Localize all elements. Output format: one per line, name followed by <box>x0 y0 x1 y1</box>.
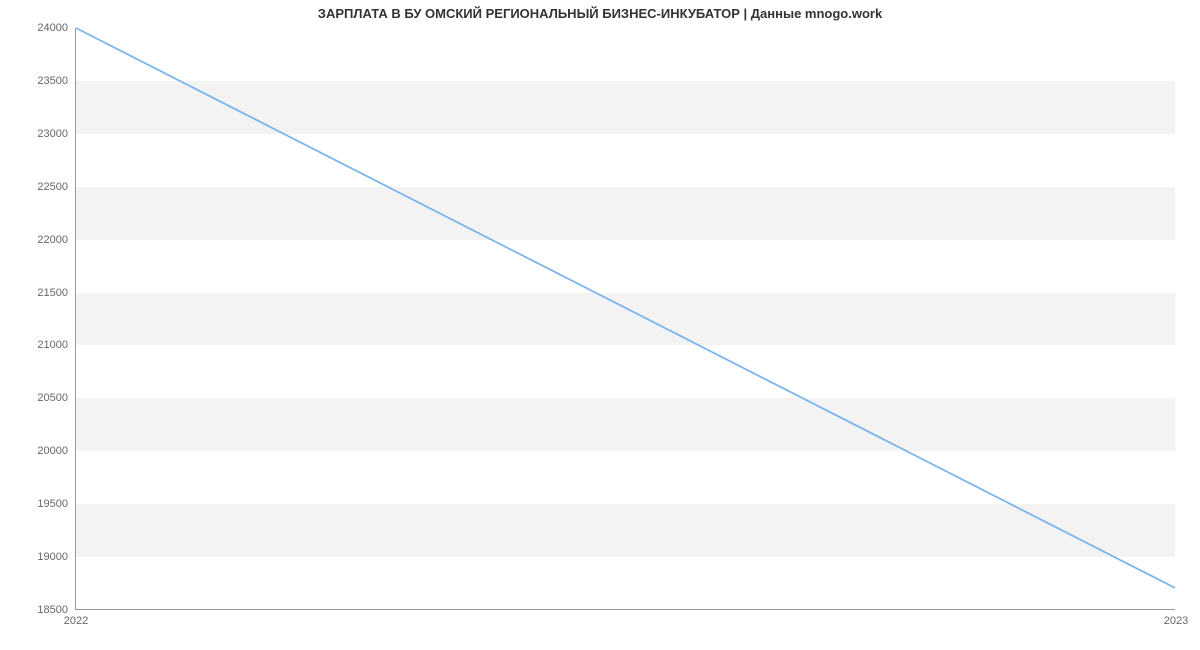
x-tick-label: 2023 <box>1164 615 1188 627</box>
y-tick-label: 24000 <box>37 22 68 34</box>
y-tick-label: 23500 <box>37 75 68 87</box>
chart-container: ЗАРПЛАТА В БУ ОМСКИЙ РЕГИОНАЛЬНЫЙ БИЗНЕС… <box>0 0 1200 650</box>
y-tick-label: 22500 <box>37 181 68 193</box>
x-tick-label: 2022 <box>64 615 88 627</box>
y-tick-label: 21500 <box>37 287 68 299</box>
line-series <box>76 28 1175 609</box>
chart-title: ЗАРПЛАТА В БУ ОМСКИЙ РЕГИОНАЛЬНЫЙ БИЗНЕС… <box>0 6 1200 21</box>
plot-area: 1850019000195002000020500210002150022000… <box>75 28 1175 610</box>
y-tick-label: 20500 <box>37 392 68 404</box>
y-tick-label: 19000 <box>37 551 68 563</box>
y-tick-label: 21000 <box>37 339 68 351</box>
y-tick-label: 22000 <box>37 234 68 246</box>
y-tick-label: 19500 <box>37 498 68 510</box>
y-tick-label: 20000 <box>37 445 68 457</box>
y-tick-label: 23000 <box>37 128 68 140</box>
